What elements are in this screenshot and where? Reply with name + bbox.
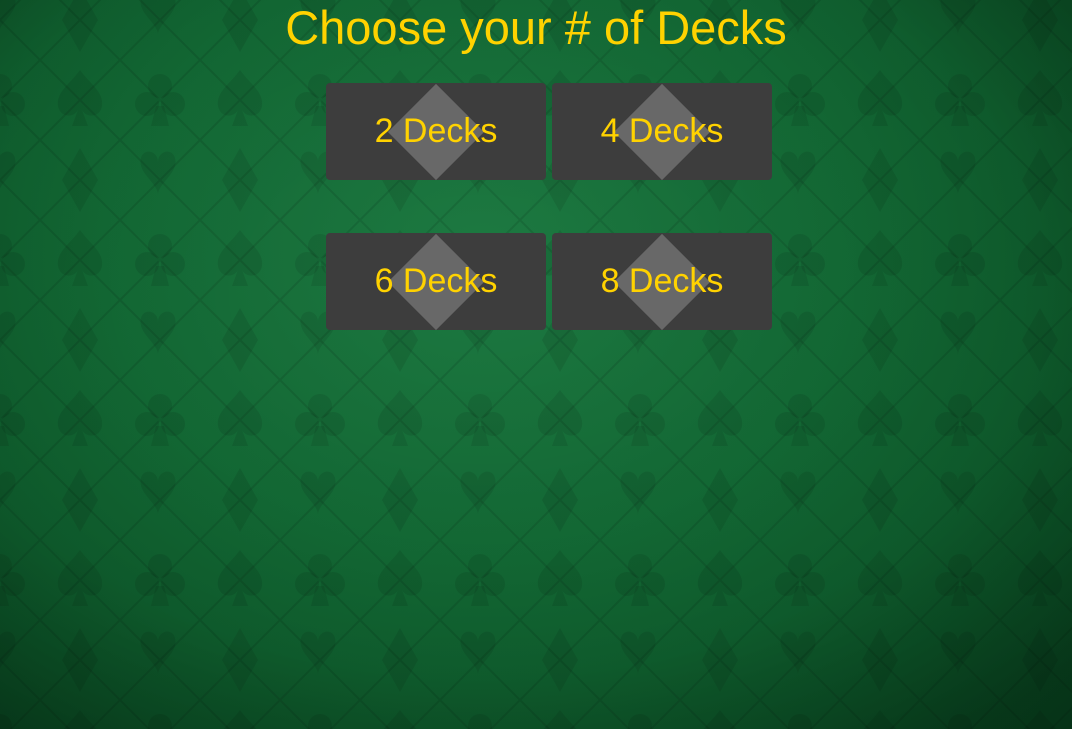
- page-title: Choose your # of Decks: [285, 1, 787, 54]
- deck-button-label: 2 Decks: [374, 112, 498, 150]
- four-decks-button[interactable]: 4 Decks: [552, 83, 772, 180]
- deck-button-label: 4 Decks: [600, 112, 724, 150]
- deck-button-label: 6 Decks: [374, 262, 498, 300]
- eight-decks-button[interactable]: 8 Decks: [552, 233, 772, 330]
- six-decks-button[interactable]: 6 Decks: [326, 233, 546, 330]
- deck-button-label: 8 Decks: [600, 262, 724, 300]
- two-decks-button[interactable]: 2 Decks: [326, 83, 546, 180]
